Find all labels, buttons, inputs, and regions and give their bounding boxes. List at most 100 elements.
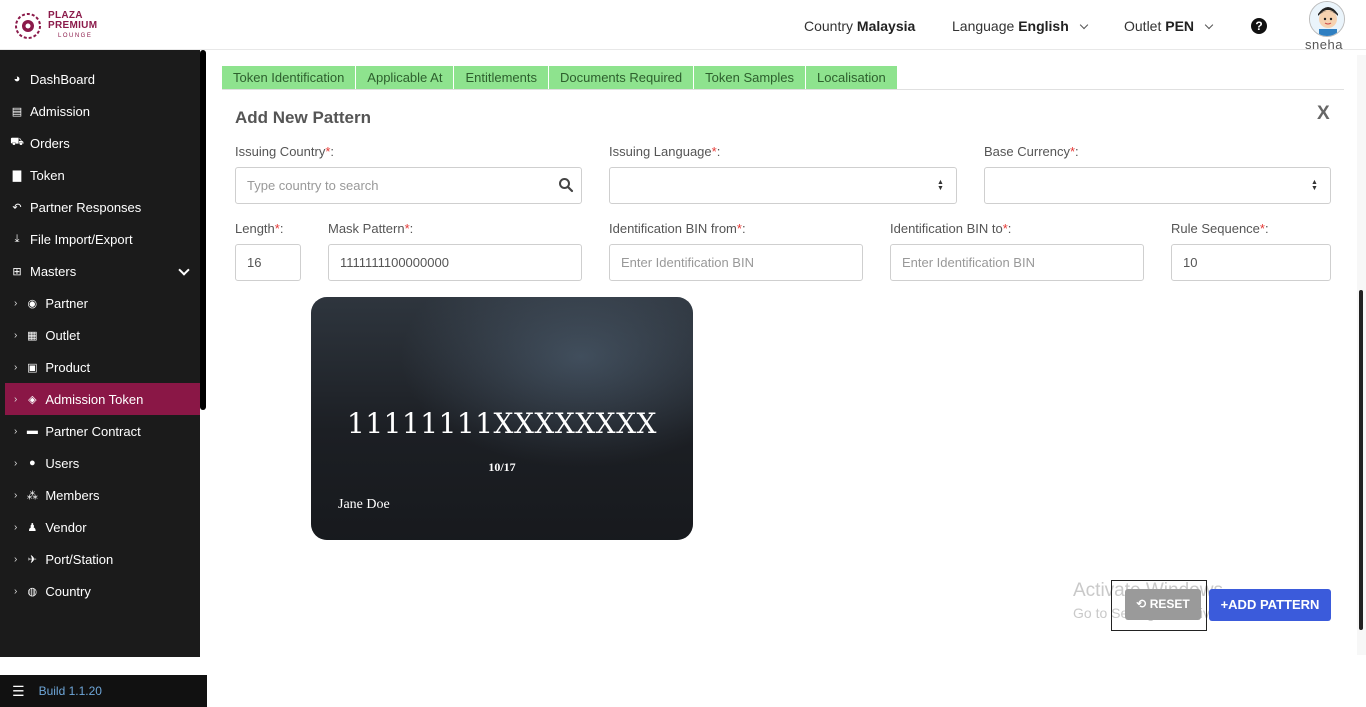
tab-applicable-at[interactable]: Applicable At <box>356 66 455 89</box>
bin-to-input[interactable]: Enter Identification BIN <box>890 244 1144 281</box>
reply-icon: ↶ <box>12 201 22 214</box>
sidebar-subitem-members[interactable]: › ⁂ Members <box>0 479 200 511</box>
chevron-right-icon: › <box>14 361 18 373</box>
sidebar-item-label: Partner Contract <box>45 423 141 439</box>
chevron-right-icon: › <box>14 489 18 501</box>
id-card-icon: ▤ <box>11 105 23 118</box>
sidebar-subitem-outlet[interactable]: › ▦ Outlet <box>0 319 200 351</box>
card-number: 11111111XXXXXXXX <box>347 407 657 440</box>
sidebar-item-masters[interactable]: ⊞ Masters <box>0 255 200 287</box>
card-holder-name: Jane Doe <box>338 497 390 512</box>
sitemap-icon: ⊞ <box>12 265 22 278</box>
bin-from-input[interactable]: Enter Identification BIN <box>609 244 863 281</box>
sidebar-subitem-port-station[interactable]: › ✈ Port/Station <box>0 543 200 575</box>
tab-entitlements[interactable]: Entitlements <box>454 66 550 89</box>
issuing-country-search-input[interactable]: Type country to search <box>235 167 582 204</box>
label-text: Base Currency <box>984 144 1070 159</box>
download-icon: ⤓ <box>14 232 20 245</box>
reset-focus-frame <box>1111 580 1207 631</box>
outlet-selector[interactable]: Outlet PEN <box>1124 18 1214 34</box>
user-icon: ● <box>29 457 36 469</box>
sidebar-item-partner-responses[interactable]: ↶ Partner Responses <box>0 191 200 223</box>
sidebar-item-label: DashBoard <box>30 71 96 87</box>
sidebar-item-label: Product <box>45 359 91 375</box>
sidebar-item-label: Outlet <box>45 327 81 343</box>
user-avatar[interactable] <box>1309 1 1345 37</box>
language-value: English <box>1018 18 1069 34</box>
length-input[interactable]: 16 <box>235 244 301 281</box>
sidebar-item-token[interactable]: ▇ Token <box>0 159 200 191</box>
sidebar-subitem-product[interactable]: › ▣ Product <box>0 351 200 383</box>
top-header: PLAZA PREMIUM LOUNGE Country Malaysia La… <box>0 0 1366 52</box>
sidebar-subitem-partner-contract[interactable]: › ▬ Partner Contract <box>0 415 200 447</box>
label-text: Identification BIN to <box>890 221 1003 236</box>
page-title: Add New Pattern <box>235 108 372 127</box>
sidebar-nav: ◕ DashBoard ▤ Admission ⛟ Orders ▇ Token… <box>0 50 200 607</box>
language-label: Language <box>952 18 1015 34</box>
sidebar-item-label: File Import/Export <box>30 231 133 247</box>
label-text: Rule Sequence <box>1171 221 1260 236</box>
label-colon: : <box>279 221 284 236</box>
sidebar-item-admission[interactable]: ▤ Admission <box>0 95 200 127</box>
rule-sequence-input[interactable]: 10 <box>1171 244 1331 281</box>
avatar-face-icon <box>1310 2 1344 36</box>
sidebar-item-orders[interactable]: ⛟ Orders <box>0 127 200 159</box>
tab-documents-required[interactable]: Documents Required <box>549 66 695 89</box>
sidebar-item-label: Masters <box>30 263 77 279</box>
sidebar-item-label: Orders <box>30 135 70 151</box>
placeholder-text: Type country to search <box>247 178 379 193</box>
building-icon: ▦ <box>27 329 38 342</box>
sidebar-subitem-country[interactable]: › ◍ Country <box>0 575 200 607</box>
sidebar-subitem-partner[interactable]: › ◉ Partner <box>0 287 200 319</box>
country-selector[interactable]: Country Malaysia <box>804 18 915 34</box>
label-colon: : <box>1075 144 1079 159</box>
tab-localisation[interactable]: Localisation <box>806 66 898 89</box>
chevron-down-icon <box>178 264 190 276</box>
base-currency-select[interactable]: ▲ ▼ <box>984 167 1331 204</box>
hamburger-menu-icon[interactable]: ☰ <box>12 683 25 700</box>
base-currency-label: Base Currency*: <box>984 144 1079 159</box>
close-button[interactable]: X <box>1317 103 1330 125</box>
sidebar-scrollbar[interactable] <box>200 50 206 410</box>
add-pattern-button[interactable]: +ADD PATTERN <box>1209 589 1331 621</box>
bin-to-label: Identification BIN to*: <box>890 221 1011 236</box>
mask-pattern-input[interactable]: 1111111100000000 <box>328 244 582 281</box>
sidebar-item-file-import-export[interactable]: ⤓ File Import/Export <box>0 223 200 255</box>
chevron-right-icon: › <box>14 521 18 533</box>
sidebar-item-label: Vendor <box>45 519 87 535</box>
sidebar-subitem-admission-token[interactable]: › ◈ Admission Token <box>5 383 200 415</box>
tab-token-identification[interactable]: Token Identification <box>222 66 357 89</box>
brand-name: PLAZA PREMIUM LOUNGE <box>48 11 97 41</box>
issuing-language-select[interactable]: ▲ ▼ <box>609 167 957 204</box>
label-colon: : <box>1264 221 1269 236</box>
chevron-right-icon: › <box>14 425 18 437</box>
briefcase-icon: ▬ <box>26 425 38 437</box>
sidebar-subitem-vendor[interactable]: › ♟ Vendor <box>0 511 200 543</box>
label-text: Mask Pattern <box>328 221 405 236</box>
build-version: Build 1.1.20 <box>38 684 102 698</box>
gift-icon: ▣ <box>27 361 38 374</box>
globe-icon: ◍ <box>27 585 38 598</box>
issuing-country-label: Issuing Country*: <box>235 144 334 159</box>
label-text: Length <box>235 221 275 236</box>
cart-icon: ⛟ <box>10 136 24 148</box>
length-label: Length*: <box>235 221 283 236</box>
page-scrollbar[interactable] <box>1359 290 1363 630</box>
chevron-right-icon: › <box>14 393 18 405</box>
language-selector[interactable]: Language English <box>952 18 1088 34</box>
tab-token-samples[interactable]: Token Samples <box>694 66 807 89</box>
chevron-right-icon: › <box>14 457 18 469</box>
sidebar-footer: ☰ Build 1.1.20 <box>0 675 207 707</box>
help-icon[interactable]: ? <box>1251 18 1267 34</box>
brand-logo[interactable]: PLAZA PREMIUM LOUNGE <box>14 10 97 42</box>
sidebar-item-label: Users <box>45 455 80 471</box>
chevron-right-icon: › <box>14 585 18 597</box>
sidebar-subitem-users[interactable]: › ● Users <box>0 447 200 479</box>
user-name[interactable]: sneha <box>1305 37 1343 52</box>
label-colon: : <box>409 221 414 236</box>
sidebar: ◕ DashBoard ▤ Admission ⛟ Orders ▇ Token… <box>0 50 207 707</box>
select-arrows-icon: ▲ ▼ <box>1311 179 1318 192</box>
sidebar-item-label: Members <box>45 487 100 503</box>
sidebar-item-dashboard[interactable]: ◕ DashBoard <box>0 63 200 95</box>
plane-icon: ✈ <box>27 553 37 566</box>
